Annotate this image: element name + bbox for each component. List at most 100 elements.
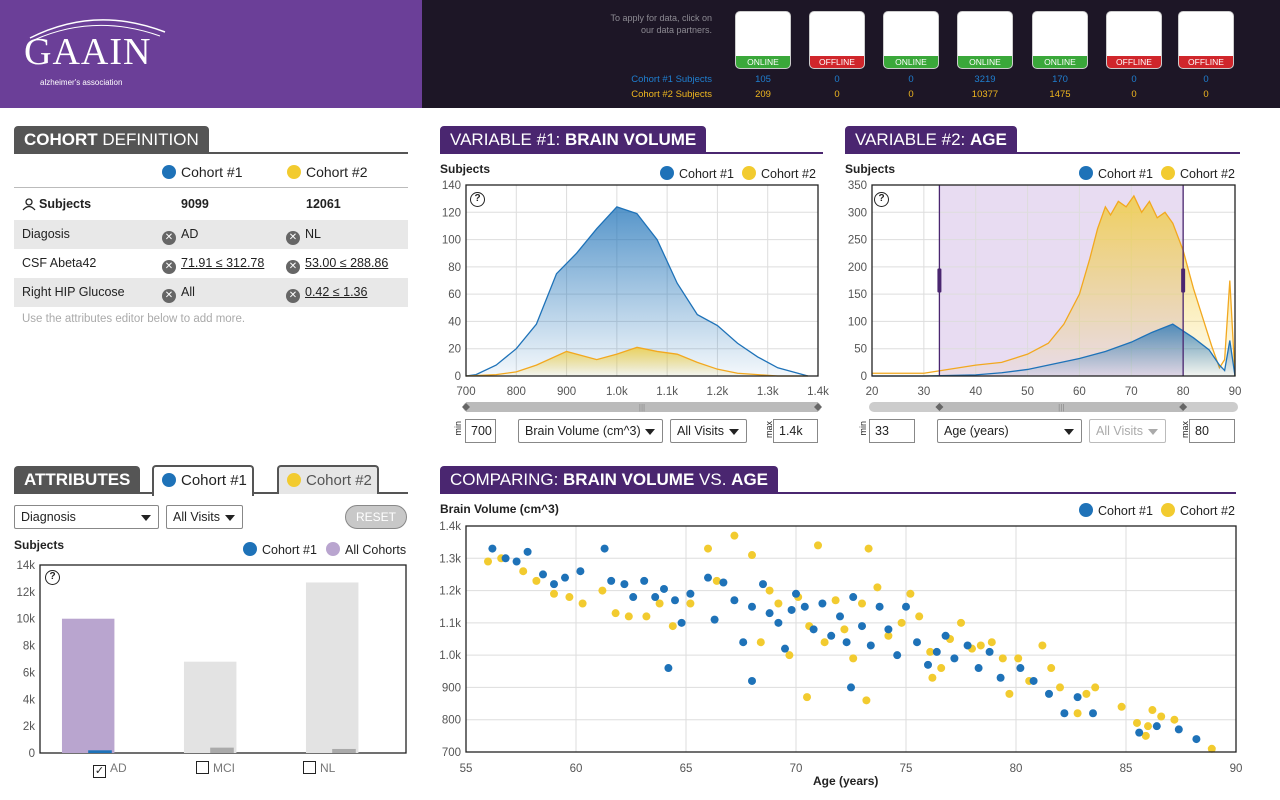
point-cohort2 <box>937 664 946 673</box>
point-cohort1 <box>827 631 836 640</box>
tab-cohort1[interactable]: Cohort #1 <box>152 465 254 496</box>
x-tick-label: 65 <box>680 763 693 775</box>
x-tick-label: 90 <box>1229 386 1242 398</box>
point-cohort1 <box>704 573 712 582</box>
checkbox-nl[interactable]: NL <box>303 761 335 775</box>
x-tick-label: 60 <box>1073 386 1086 398</box>
var1-min-input[interactable]: 700 <box>465 419 496 443</box>
partner-cohort1-count: 0 <box>1203 74 1209 85</box>
logo-text: GAAIN <box>24 31 152 73</box>
row-label: CSF Abeta42 <box>22 256 97 270</box>
data-partner-4[interactable]: ONLINE <box>957 11 1013 69</box>
partner-cohort2-count: 209 <box>755 89 771 100</box>
help-icon[interactable]: ? <box>874 192 889 207</box>
data-partner-2[interactable]: OFFLINE <box>809 11 865 69</box>
var1-max-input[interactable]: 1.4k <box>773 419 818 443</box>
y-tick-label: 4k <box>23 694 35 706</box>
data-partner-5[interactable]: ONLINE <box>1032 11 1088 69</box>
tab-cohort2[interactable]: Cohort #2 <box>277 465 379 494</box>
cohort-hint: Use the attributes editor below to add m… <box>22 313 246 325</box>
logo[interactable]: GAAIN alzheimer's association <box>0 0 422 108</box>
data-partner-3[interactable]: ONLINE <box>883 11 939 69</box>
attribute-select[interactable]: Diagnosis <box>14 505 159 529</box>
y-tick-label: 1.0k <box>439 650 461 662</box>
selection-handle <box>1181 268 1186 293</box>
checkbox-checked-icon[interactable]: ✓ <box>93 765 106 778</box>
compare-ylabel: Brain Volume (cm^3) <box>440 502 559 516</box>
y-tick-label: 800 <box>442 715 461 727</box>
reset-button[interactable]: RESET <box>345 505 407 529</box>
point-cohort2 <box>803 693 811 702</box>
partner-status: ONLINE <box>884 56 938 68</box>
y-tick-label: 100 <box>848 316 867 328</box>
data-partner-6[interactable]: OFFLINE <box>1106 11 1162 69</box>
y-tick-label: 2k <box>23 721 35 733</box>
var2-min-input[interactable]: 33 <box>869 419 915 443</box>
y-tick-label: 1.2k <box>439 586 461 598</box>
point-cohort1 <box>629 593 638 602</box>
x-tick-label: 800 <box>507 386 526 398</box>
y-tick-label: 250 <box>848 235 867 247</box>
point-cohort1 <box>512 557 521 566</box>
point-cohort1 <box>842 638 851 647</box>
y-tick-label: 120 <box>442 207 461 219</box>
var1-variable-select[interactable]: Brain Volume (cm^3) <box>518 419 663 443</box>
checkbox-unchecked-icon[interactable] <box>196 761 209 774</box>
var1-visits-select[interactable]: All Visits <box>670 419 747 443</box>
point-cohort1 <box>759 580 767 589</box>
cohort2-row-label: Cohort #2 Subjects <box>631 89 712 100</box>
remove-icon[interactable]: ✕ <box>286 289 300 303</box>
point-cohort2 <box>598 586 607 595</box>
cohort1-value: ✕ All <box>162 278 195 307</box>
point-cohort1 <box>792 589 800 598</box>
point-cohort2 <box>1133 718 1141 727</box>
var2-header: VARIABLE #2: AGE <box>845 126 1240 154</box>
point-cohort1 <box>884 625 893 634</box>
checkbox-unchecked-icon[interactable] <box>303 761 316 774</box>
data-partner-1[interactable]: ONLINE <box>735 11 791 69</box>
point-cohort2 <box>1148 706 1157 715</box>
checkbox-ad[interactable]: ✓ AD <box>93 761 127 778</box>
point-cohort1 <box>1152 722 1161 731</box>
y-tick-label: 200 <box>848 262 867 274</box>
remove-icon[interactable]: ✕ <box>162 260 176 274</box>
point-cohort2 <box>1082 689 1091 698</box>
remove-icon[interactable]: ✕ <box>162 289 176 303</box>
point-cohort2 <box>1170 715 1179 724</box>
point-cohort1 <box>660 584 668 593</box>
point-cohort1 <box>818 599 827 608</box>
x-tick-label: 1.2k <box>707 386 729 398</box>
point-cohort1 <box>1135 728 1144 737</box>
partner-status: OFFLINE <box>1107 56 1161 68</box>
bar-cohort1 <box>332 748 356 753</box>
attributes-bar-chart: 0 2k 4k 6k 8k 10k 12k 14k <box>16 560 407 760</box>
row-label: Subjects <box>39 197 92 211</box>
var2-variable-select[interactable]: Age (years) <box>937 419 1082 443</box>
row-label: Diagosis <box>22 227 70 241</box>
point-cohort1 <box>875 602 884 611</box>
var2-visits-select[interactable]: All Visits <box>1089 419 1166 443</box>
point-cohort1 <box>847 683 855 692</box>
remove-icon[interactable]: ✕ <box>162 231 176 245</box>
partner-cohort2-count: 0 <box>908 89 914 100</box>
point-cohort1 <box>924 660 932 669</box>
bar-cohort1 <box>88 750 112 753</box>
checkbox-mci[interactable]: MCI <box>196 761 235 775</box>
min-label: min <box>858 421 868 436</box>
help-icon[interactable]: ? <box>45 570 60 585</box>
attribute-visits-select[interactable]: All Visits <box>166 505 243 529</box>
var1-title: VARIABLE #1: BRAIN VOLUME <box>440 126 707 154</box>
help-icon[interactable]: ? <box>470 192 485 207</box>
remove-icon[interactable]: ✕ <box>286 231 300 245</box>
point-cohort2 <box>748 551 756 560</box>
point-cohort1 <box>781 644 789 653</box>
row-label: Right HIP Glucose <box>22 285 125 299</box>
remove-icon[interactable]: ✕ <box>286 260 300 274</box>
var2-max-input[interactable]: 80 <box>1189 419 1235 443</box>
point-cohort2 <box>1073 709 1082 718</box>
point-cohort2 <box>1157 712 1166 721</box>
data-partner-7[interactable]: OFFLINE <box>1178 11 1234 69</box>
y-tick-label: 14k <box>16 560 35 572</box>
y-tick-label: 60 <box>448 289 461 301</box>
y-tick-label: 0 <box>29 748 35 760</box>
